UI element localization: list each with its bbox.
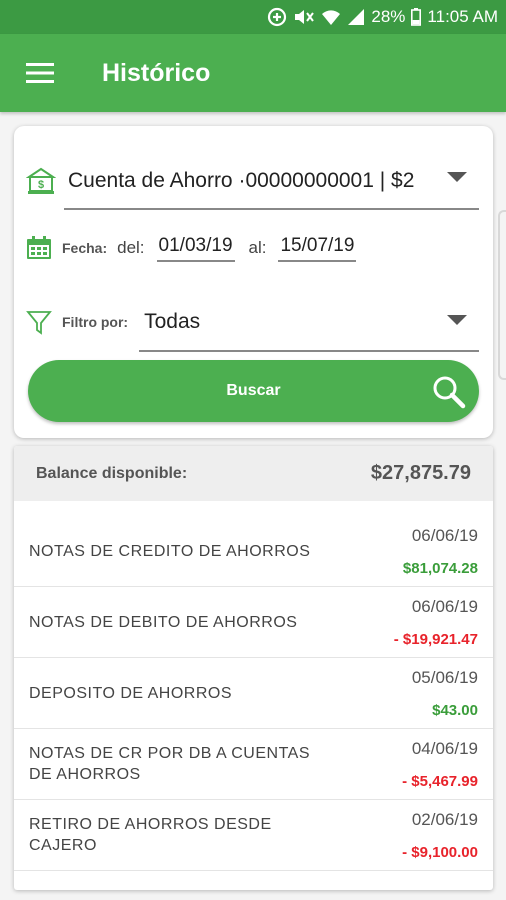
transaction-date: 04/06/19 [411, 739, 478, 758]
transaction-row[interactable]: NOTAS DE CREDITO DE AHORROS 06/06/19 $81… [14, 516, 493, 587]
filter-value: Todas [144, 310, 201, 333]
battery-percent: 28% [371, 7, 406, 26]
transaction-description: NOTAS DE CREDITO DE AHORROS [29, 542, 311, 560]
transaction-description: NOTAS DE CR POR DB A CUENTAS DE AHORROS [29, 745, 311, 783]
bank-icon: $ [26, 167, 56, 194]
clock: 11:05 AM [427, 7, 498, 26]
filter-selector[interactable]: Filtro por: Todas [26, 302, 481, 342]
transaction-amount: - $19,921.47 [393, 631, 478, 648]
filter-label: Filtro por: [62, 314, 129, 330]
svg-text:$: $ [38, 179, 44, 191]
balance-row: Balance disponible: $27,875.79 [14, 446, 493, 501]
status-bar: 28% 11:05 AM [0, 0, 506, 34]
account-underline [64, 208, 479, 210]
transaction-amount: - $5,467.99 [402, 773, 478, 790]
transaction-row[interactable]: DEPOSITO DE AHORROS 05/06/19 $43.00 [14, 658, 493, 729]
to-date-field[interactable]: 15/07/19 [278, 235, 357, 262]
search-icon [433, 376, 466, 409]
transaction-date: 06/06/19 [411, 526, 478, 545]
battery-icon [411, 8, 422, 26]
hamburger-menu-icon [26, 63, 54, 83]
wifi-icon [321, 8, 341, 26]
filter-icon [26, 311, 52, 335]
transaction-description: DEPOSITO DE AHORROS [29, 684, 233, 702]
transaction-amount: $43.00 [432, 702, 478, 719]
app-bar: Histórico [0, 34, 506, 112]
account-value: Cuenta de Ahorro ·00000000001 | $2 [68, 169, 415, 192]
date-range: Fecha: del: 01/03/19 al: 15/07/19 [26, 230, 357, 266]
transaction-description: NOTAS DE DEBITO DE AHORROS [29, 613, 298, 631]
transaction-date: 06/06/19 [411, 597, 478, 616]
page-title: Histórico [102, 58, 211, 87]
data-saver-icon [267, 7, 287, 27]
from-date-field[interactable]: 01/03/19 [156, 235, 235, 262]
transaction-date: 05/06/19 [411, 668, 478, 687]
search-button-label: Buscar [226, 382, 281, 399]
balance-label: Balance disponible: [36, 464, 188, 482]
calendar-icon [27, 236, 51, 259]
to-label: al: [248, 238, 267, 257]
date-label: Fecha: [62, 240, 108, 256]
filter-card: $ Cuenta de Ahorro ·00000000001 | $2 Fec… [14, 126, 493, 438]
transaction-row[interactable]: NOTAS DE DEBITO DE AHORROS 06/06/19 - $1… [14, 587, 493, 658]
transaction-row[interactable]: RETIRO DE AHORROS DESDE CAJERO 02/06/19 … [14, 800, 493, 871]
mute-icon [293, 7, 315, 27]
filter-underline [139, 350, 479, 352]
transaction-amount: - $9,100.00 [402, 844, 478, 861]
transaction-row[interactable]: NOTAS DE CR POR DB A CUENTAS DE AHORROS … [14, 729, 493, 800]
chevron-down-icon [447, 172, 467, 182]
transaction-date: 02/06/19 [411, 810, 478, 829]
signal-icon [347, 8, 365, 26]
transaction-amount: $81,074.28 [402, 560, 478, 577]
balance-value: $27,875.79 [370, 462, 471, 484]
drawer-handle[interactable] [498, 210, 506, 380]
transactions-card: Balance disponible: $27,875.79 NOTAS DE … [14, 446, 493, 890]
search-button[interactable]: Buscar [28, 360, 479, 422]
transaction-description: RETIRO DE AHORROS DESDE CAJERO [29, 816, 272, 854]
menu-button[interactable] [0, 34, 80, 112]
account-selector[interactable]: $ Cuenta de Ahorro ·00000000001 | $2 [26, 156, 481, 206]
from-label: del: [117, 238, 145, 257]
chevron-down-icon [447, 315, 467, 325]
